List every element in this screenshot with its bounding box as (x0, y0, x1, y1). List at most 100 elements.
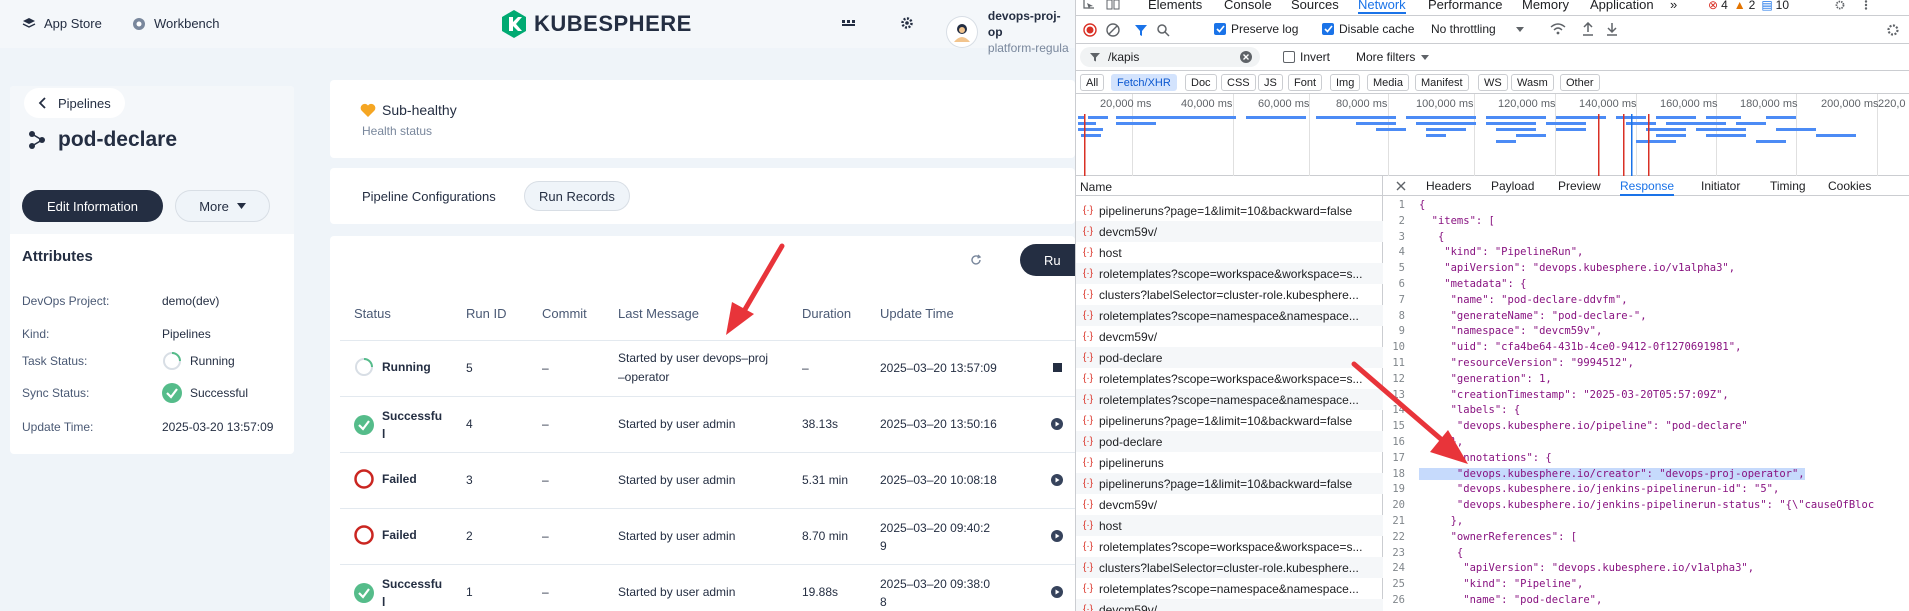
user-menu[interactable]: devops-proj-op platform-regula (946, 8, 1075, 56)
network-settings-icon[interactable] (1886, 23, 1900, 37)
throttling-select[interactable]: No throttling (1431, 22, 1524, 36)
column-commit[interactable]: Commit (542, 306, 587, 321)
device-toolbar-icon[interactable] (1106, 0, 1120, 10)
edit-information-button[interactable]: Edit Information (22, 190, 163, 222)
disable-cache-checkbox[interactable]: Disable cache (1322, 22, 1414, 36)
tab-performance[interactable]: Performance (1428, 0, 1502, 12)
tab-pipeline-configurations[interactable]: Pipeline Configurations (348, 181, 510, 211)
request-row[interactable]: {·} host (1076, 242, 1383, 263)
request-row[interactable]: {·} host (1076, 515, 1383, 536)
type-all[interactable]: All (1080, 74, 1105, 91)
tab-sources[interactable]: Sources (1291, 0, 1339, 12)
request-row[interactable]: {·} pipelineruns (1076, 452, 1383, 473)
table-row[interactable]: Successfu l 4 – Started by user admin 38… (340, 396, 1075, 452)
preserve-log-checkbox[interactable]: Preserve log (1214, 22, 1298, 36)
kebab-menu-icon[interactable] (1864, 0, 1868, 10)
type-doc[interactable]: Doc (1185, 74, 1217, 91)
tab-headers[interactable]: Headers (1426, 179, 1471, 193)
request-row[interactable]: {·} roletemplates?scope=workspace&workspa… (1076, 536, 1383, 557)
stop-icon[interactable] (1053, 363, 1062, 372)
invert-checkbox[interactable]: Invert (1283, 50, 1330, 64)
request-row[interactable]: {·} devcm59v/ (1076, 494, 1383, 515)
kubesphere-logo[interactable]: KUBESPHERE (500, 9, 692, 39)
issue-badges[interactable]: ⊗ 4 ▲ 2 ▤ 10 (1708, 0, 1789, 12)
column-status[interactable]: Status (354, 306, 391, 321)
tab-application[interactable]: Application (1590, 0, 1654, 12)
wifi-icon[interactable] (1550, 23, 1566, 35)
type-fetch-xhr[interactable]: Fetch/XHR (1111, 74, 1177, 91)
network-timeline-overview[interactable]: 20,000 ms 40,000 ms 60,000 ms 80,000 ms … (1076, 94, 1909, 176)
more-button[interactable]: More (175, 190, 270, 222)
run-button[interactable]: Ru (1020, 244, 1075, 276)
table-row[interactable]: Running 5 – Started by user devops–proj … (340, 340, 1075, 396)
app-store-link[interactable]: App Store (22, 16, 102, 31)
request-row[interactable]: {·} pipelineruns?page=1&limit=10&backward… (1076, 200, 1383, 221)
tab-network[interactable]: Network (1358, 0, 1406, 14)
tab-initiator[interactable]: Initiator (1701, 179, 1740, 193)
request-row[interactable]: {·} pipelineruns?page=1&limit=10&backward… (1076, 473, 1383, 494)
settings-gear-icon[interactable] (1834, 0, 1846, 10)
request-row[interactable]: {·} roletemplates?scope=workspace&workspa… (1076, 368, 1383, 389)
request-row[interactable]: {·} pod-declare (1076, 431, 1383, 452)
workbench-link[interactable]: Workbench (132, 16, 220, 31)
request-row[interactable]: {·} clusters?labelSelector=cluster-role.k… (1076, 557, 1383, 578)
table-row[interactable]: Successfu l 1 – Started by user admin 19… (340, 564, 1075, 611)
grid-menu-icon[interactable] (842, 17, 856, 29)
column-update-time[interactable]: Update Time (880, 306, 954, 321)
refresh-icon[interactable] (970, 254, 982, 266)
inspect-element-icon[interactable] (1083, 0, 1095, 10)
tab-payload[interactable]: Payload (1491, 179, 1534, 193)
tab-memory[interactable]: Memory (1522, 0, 1569, 12)
column-duration[interactable]: Duration (802, 306, 851, 321)
record-stop-icon[interactable] (1083, 23, 1097, 37)
filter-icon[interactable] (1134, 23, 1148, 37)
request-row[interactable]: {·} roletemplates?scope=workspace&workspa… (1076, 263, 1383, 284)
upload-icon[interactable] (1582, 22, 1594, 36)
replay-icon[interactable] (1051, 586, 1063, 598)
more-filters-dropdown[interactable]: More filters (1356, 50, 1430, 64)
type-ws[interactable]: WS (1478, 74, 1508, 91)
close-icon[interactable] (1396, 181, 1406, 191)
type-wasm[interactable]: Wasm (1511, 74, 1554, 91)
request-row[interactable]: {·} roletemplates?scope=namespace&namespa… (1076, 578, 1383, 599)
tab-elements[interactable]: Elements (1148, 0, 1202, 12)
replay-icon[interactable] (1051, 474, 1063, 486)
replay-icon[interactable] (1051, 418, 1063, 430)
download-icon[interactable] (1606, 22, 1618, 36)
column-run-id[interactable]: Run ID (466, 306, 506, 321)
table-row[interactable]: Failed 2 – Started by user admin 8.70 mi… (340, 508, 1075, 564)
tab-timing[interactable]: Timing (1770, 179, 1806, 193)
type-css[interactable]: CSS (1221, 74, 1256, 91)
request-row[interactable]: {·} devcm59v/ (1076, 599, 1383, 611)
request-row[interactable]: {·} roletemplates?scope=namespace&namespa… (1076, 305, 1383, 326)
replay-icon[interactable] (1051, 530, 1063, 542)
gear-icon[interactable] (900, 16, 914, 30)
type-font[interactable]: Font (1288, 74, 1323, 91)
request-row[interactable]: {·} pipelineruns?page=1&limit=10&backward… (1076, 410, 1383, 431)
tab-preview[interactable]: Preview (1558, 179, 1601, 193)
search-icon[interactable] (1156, 23, 1170, 37)
type-img[interactable]: Img (1330, 74, 1361, 91)
request-row[interactable]: {·} pod-declare (1076, 347, 1383, 368)
request-row[interactable]: {·} devcm59v/ (1076, 221, 1383, 242)
response-body[interactable]: 1{2 "items": [3 {4 "kind": "PipelineRun"… (1383, 197, 1909, 611)
tab-console[interactable]: Console (1224, 0, 1272, 12)
tab-cookies[interactable]: Cookies (1828, 179, 1871, 193)
clear-icon[interactable] (1106, 23, 1120, 37)
breadcrumb[interactable]: Pipelines (24, 88, 125, 118)
type-media[interactable]: Media (1367, 74, 1409, 91)
clear-filter-icon[interactable] (1240, 51, 1252, 63)
type-other[interactable]: Other (1560, 74, 1600, 91)
type-manifest[interactable]: Manifest (1415, 74, 1469, 91)
request-row[interactable]: {·} clusters?labelSelector=cluster-role.k… (1076, 284, 1383, 305)
more-tabs-button[interactable]: » (1670, 0, 1677, 12)
column-last-message[interactable]: Last Message (618, 306, 699, 321)
type-js[interactable]: JS (1258, 74, 1283, 91)
request-row[interactable]: {·} devcm59v/ (1076, 326, 1383, 347)
tab-response[interactable]: Response (1620, 179, 1675, 196)
tab-run-records[interactable]: Run Records (524, 181, 630, 211)
column-name[interactable]: Name (1076, 176, 1383, 196)
request-row[interactable]: {·} roletemplates?scope=namespace&namespa… (1076, 389, 1383, 410)
table-row[interactable]: Failed 3 – Started by user admin 5.31 mi… (340, 452, 1075, 508)
filter-input[interactable]: /kapis (1080, 47, 1260, 67)
